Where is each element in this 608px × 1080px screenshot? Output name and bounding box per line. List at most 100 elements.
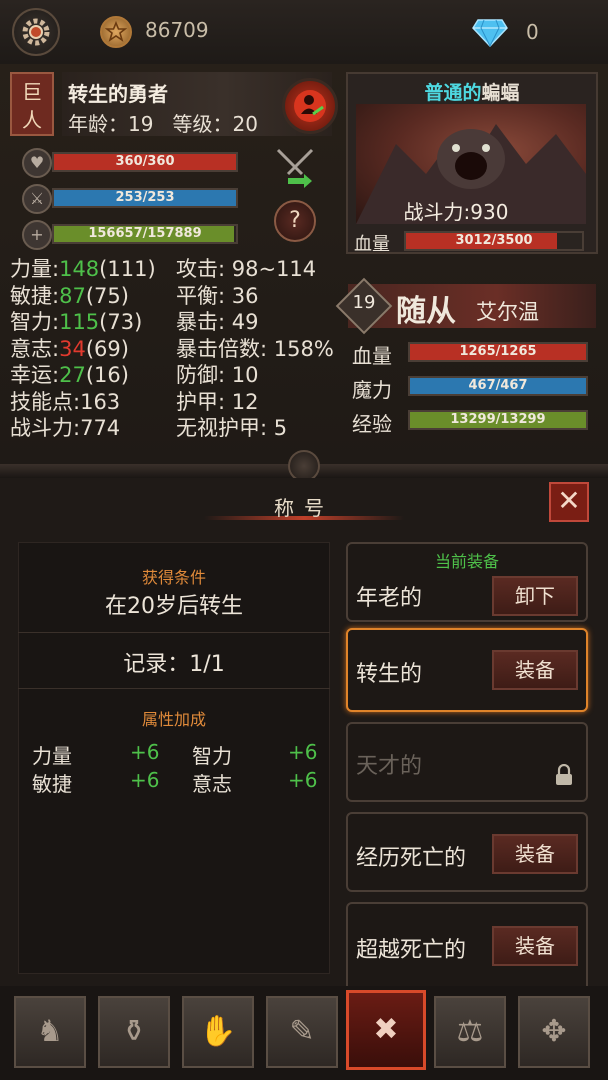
stat-label: 智力: xyxy=(10,310,60,334)
monster-hp-text: 3012/3500 xyxy=(455,233,533,248)
monster-rarity: 普通的 xyxy=(424,82,482,104)
stat-value: 774 xyxy=(80,416,121,440)
follower-stat-label: 魔力 xyxy=(352,378,392,402)
equip-button-beyond-death[interactable]: 装备 xyxy=(492,926,578,966)
hero-hp-text: 360/360 xyxy=(115,154,175,169)
follower-stat-text: 1265/1265 xyxy=(459,344,537,359)
nav-character-icon[interactable]: ♞ xyxy=(14,996,86,1068)
close-button[interactable]: ✕ xyxy=(549,482,589,522)
stat-base: (69) xyxy=(85,336,129,361)
follower-stat-text: 467/467 xyxy=(468,378,528,393)
title-slot-aged[interactable]: 当前装备 年老的 卸下 xyxy=(346,542,588,622)
nav-inventory-icon[interactable]: ⚱ xyxy=(98,996,170,1068)
bonus-label: 属性加成 xyxy=(141,710,206,729)
follower-title: 随从 xyxy=(396,294,456,329)
record-text: 记录：1/1 xyxy=(123,652,225,677)
stat-left-row: 智力:115(73) xyxy=(10,309,156,336)
stat-right-row: 防御: 10 xyxy=(176,363,259,387)
bonus-2-val: +6 xyxy=(288,740,318,764)
monster-name: 蝙蝠 xyxy=(481,82,520,104)
stat-base: (75) xyxy=(85,283,129,308)
stat-left-row: 力量:148(111) xyxy=(10,256,156,283)
gold-coin-icon xyxy=(100,16,132,48)
stat-label: 战斗力: xyxy=(10,416,81,440)
stat-value: 34 xyxy=(59,336,86,361)
stat-label: 技能点: xyxy=(10,389,81,414)
crossed-swords-icon[interactable] xyxy=(272,144,318,190)
gem-amount: 0 xyxy=(526,20,539,44)
bonus-3-name: 敏捷 xyxy=(32,772,72,796)
padlock-icon xyxy=(554,763,574,785)
slot-2-name: 转生的 xyxy=(356,662,423,687)
stat-base: (111) xyxy=(99,257,156,281)
hero-name: 转生的勇者 xyxy=(68,82,168,106)
title-slot-reborn[interactable]: 转生的 装备 xyxy=(346,628,588,712)
race-tag-char-2: 人 xyxy=(22,108,42,132)
nav-trade-icon[interactable]: ✋ xyxy=(182,996,254,1068)
stat-label: 敏捷: xyxy=(10,283,60,308)
title-slot-beyond-death[interactable]: 超越死亡的 装备 xyxy=(346,902,588,986)
axe-icon: ⚔ xyxy=(22,184,52,214)
bonus-1-name: 力量 xyxy=(32,744,72,768)
stat-base: (73) xyxy=(99,310,143,334)
stat-left-row: 幸运:27(16) xyxy=(10,362,156,389)
stat-label: 意志: xyxy=(10,336,60,361)
race-tag: 巨 人 xyxy=(10,72,54,136)
bonus-4-val: +6 xyxy=(288,768,318,792)
stat-label: 力量: xyxy=(10,257,60,281)
stat-left-row: 敏捷:87(75) xyxy=(10,283,156,310)
unequip-button[interactable]: 卸下 xyxy=(492,576,578,616)
title-slot-died[interactable]: 经历死亡的 装备 xyxy=(346,812,588,892)
detail-divider-2 xyxy=(18,688,330,689)
follower-name: 艾尔温 xyxy=(476,300,539,324)
stat-value: 148 xyxy=(59,257,100,281)
hero-xp-bar: 156657/157889 xyxy=(52,224,238,244)
equip-button-died[interactable]: 装备 xyxy=(492,834,578,874)
stat-right-row: 攻击: 98~114 xyxy=(176,257,317,281)
current-equipped-label: 当前装备 xyxy=(434,552,499,571)
race-tag-char-1: 巨 xyxy=(22,80,42,104)
bonus-2-name: 智力 xyxy=(192,744,232,768)
top-bar xyxy=(0,0,608,65)
bonus-3-val: +6 xyxy=(130,768,160,792)
monster-title: 普通的蝙蝠 xyxy=(346,78,598,105)
stat-right-row: 暴击倍数: 158% xyxy=(176,336,334,361)
stat-right-row: 平衡: 36 xyxy=(176,283,259,308)
slot-3-name: 天才的 xyxy=(356,754,423,779)
slot-4-name: 经历死亡的 xyxy=(356,846,467,871)
hero-stats-left: 力量:148(111) 敏捷:87(75) 智力:115(73) 意志:34(69) 幸… xyxy=(10,256,156,442)
settings-gear-icon[interactable] xyxy=(12,8,60,56)
nav-map-icon[interactable]: ✥ xyxy=(518,996,590,1068)
stat-right-row: 无视护甲: 5 xyxy=(176,416,288,440)
stat-value: 163 xyxy=(80,389,121,414)
equip-button-reborn[interactable]: 装备 xyxy=(492,650,578,690)
condition-text: 在20岁后转生 xyxy=(105,594,243,619)
follower-stat-label: 血量 xyxy=(352,344,392,368)
help-button[interactable]: ? xyxy=(274,200,316,242)
nav-skills-book-icon[interactable]: ✎ xyxy=(266,996,338,1068)
stat-value: 27 xyxy=(59,363,86,387)
hero-hp-bar: 360/360 xyxy=(52,152,238,172)
follower-stat-bar: 1265/1265 xyxy=(408,342,588,362)
heart-icon: ♥ xyxy=(22,148,52,178)
monster-combat-power: 战斗力:930 xyxy=(403,200,509,224)
bonus-4-name: 意志 xyxy=(192,772,232,796)
follower-stat-label: 经验 xyxy=(352,412,392,436)
hero-mp-bar: 253/253 xyxy=(52,188,238,208)
nav-loot-icon[interactable]: ⚖ xyxy=(434,996,506,1068)
hero-mp-text: 253/253 xyxy=(115,190,175,205)
slot-1-name: 年老的 xyxy=(356,586,423,611)
rebirth-button[interactable] xyxy=(282,78,338,134)
stat-left-row: 技能点:163 xyxy=(10,389,156,416)
nav-titles-icon[interactable]: ✖ xyxy=(346,990,426,1070)
stat-left-row: 战斗力:774 xyxy=(10,415,156,442)
title-slot-genius-locked[interactable]: 天才的 xyxy=(346,722,588,802)
gold-amount: 86709 xyxy=(145,18,209,42)
monster-hp-bar: 3012/3500 xyxy=(404,231,584,251)
detail-divider xyxy=(18,632,330,633)
stat-right-row: 暴击: 49 xyxy=(176,310,259,334)
plus-icon: + xyxy=(22,220,52,250)
monster-hp-label: 血量 xyxy=(354,234,390,255)
follower-stat-bar: 467/467 xyxy=(408,376,588,396)
hero-age-level: 年龄：19 等级：20 xyxy=(68,112,258,136)
